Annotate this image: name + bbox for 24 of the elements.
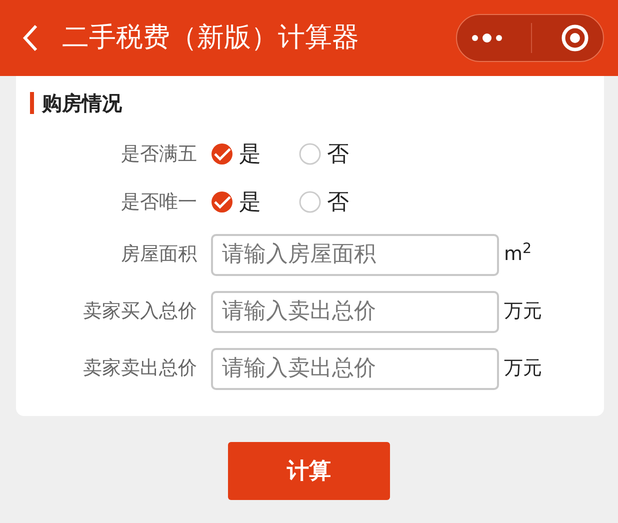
- input-field[interactable]: 请输入卖出总价: [211, 348, 499, 390]
- checked-radio-icon: [211, 191, 233, 213]
- back-icon[interactable]: [22, 24, 38, 52]
- input-field[interactable]: 请输入卖出总价: [211, 290, 499, 332]
- radio-option[interactable]: 是: [211, 138, 261, 170]
- calculate-button[interactable]: 计算: [228, 442, 390, 500]
- page-title: 二手税费（新版）计算器: [62, 20, 359, 55]
- more-icon[interactable]: [471, 33, 504, 43]
- field-label: 卖家卖出总价: [82, 356, 198, 382]
- radio-option[interactable]: 否: [299, 186, 349, 218]
- radio-icon: [299, 143, 321, 165]
- checked-radio-icon: [211, 143, 233, 165]
- field-label: 房屋面积: [120, 242, 198, 268]
- radio-icon: [299, 191, 321, 213]
- radio-option[interactable]: 否: [299, 138, 349, 170]
- section-title: 购房情况: [30, 92, 604, 114]
- unit-label: 万元: [504, 356, 542, 382]
- unit-label: 万元: [504, 299, 542, 324]
- field-label: 是否满五: [120, 142, 198, 167]
- input-field[interactable]: 请输入房屋面积: [211, 234, 499, 276]
- field-label: 卖家买入总价: [82, 299, 198, 324]
- field-label: 是否唯一: [120, 190, 198, 215]
- radio-option[interactable]: 是: [211, 186, 261, 218]
- unit-label: m$^{2}$: [504, 240, 532, 268]
